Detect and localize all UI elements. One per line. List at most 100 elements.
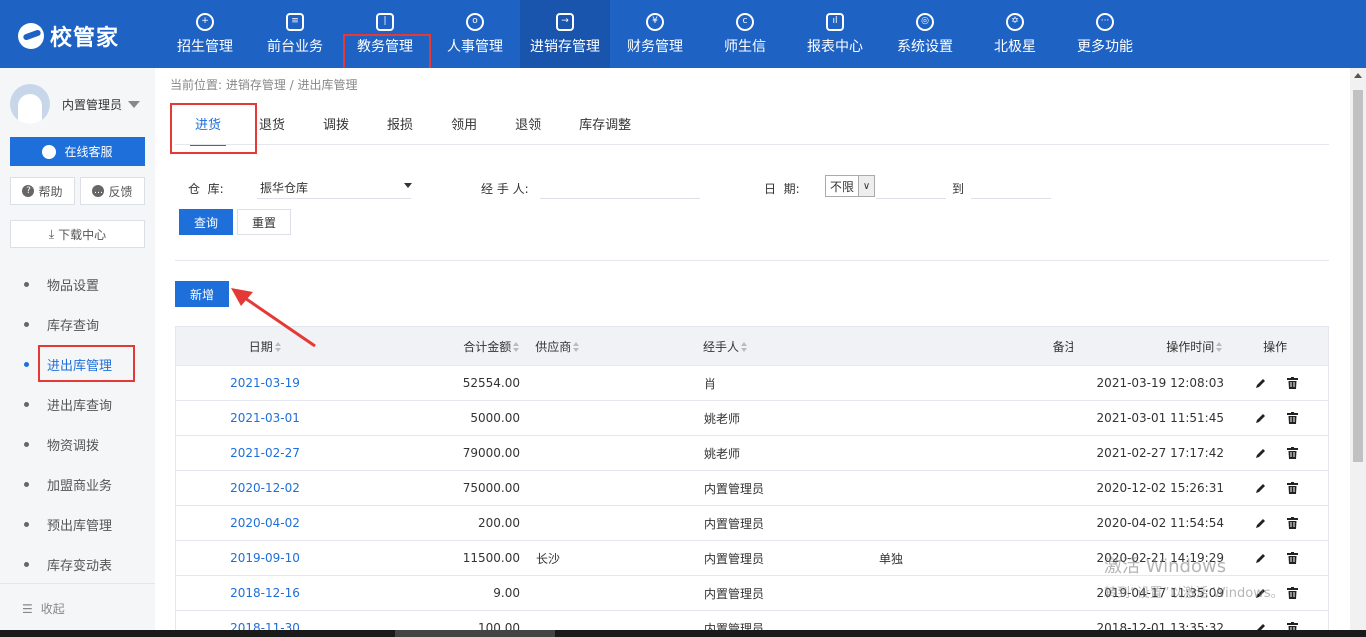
sidebar-item-stock-query[interactable]: 库存查询 bbox=[0, 304, 155, 344]
nav-item-academic[interactable]: | 教务管理 bbox=[340, 0, 430, 68]
delete-icon[interactable] bbox=[1286, 412, 1298, 424]
table-row[interactable]: 2019-09-10 11500.00 长沙 内置管理员 单独 2020-02-21 14… bbox=[176, 541, 1328, 576]
date-link[interactable]: 2019-09-10 bbox=[230, 551, 300, 565]
delete-icon[interactable] bbox=[1286, 482, 1298, 494]
sort-icon bbox=[1216, 342, 1223, 352]
handler-input[interactable] bbox=[540, 177, 700, 199]
date-link[interactable]: 2020-12-02 bbox=[230, 481, 300, 495]
cell-ops bbox=[1224, 377, 1328, 389]
logo[interactable]: 校管家 bbox=[18, 20, 119, 52]
sidebar-item-item-settings[interactable]: 物品设置 bbox=[0, 264, 155, 304]
main-content: 当前位置: 进销存管理 / 进出库管理 进货 退货 调拨 报损 领用 退领 库存… bbox=[155, 68, 1350, 637]
table-row[interactable]: 2021-02-27 79000.00 姚老师 2021-02-27 17:17:42 bbox=[176, 436, 1328, 471]
bullet-icon bbox=[24, 361, 29, 367]
tab-return[interactable]: 退货 bbox=[259, 106, 285, 144]
sidebar-item-stock-in-out[interactable]: 进出库管理 bbox=[0, 344, 155, 384]
collapse-button[interactable]: ☰ 收起 bbox=[22, 600, 65, 617]
sidebar-item-stock-in-out-query[interactable]: 进出库查询 bbox=[0, 384, 155, 424]
date-link[interactable]: 2018-12-16 bbox=[230, 586, 300, 600]
yen-icon: ¥ bbox=[646, 12, 664, 31]
nav-item-more[interactable]: ··· 更多功能 bbox=[1060, 0, 1150, 68]
delete-icon[interactable] bbox=[1286, 517, 1298, 529]
online-service-button[interactable]: 在线客服 bbox=[10, 137, 145, 166]
table-row[interactable]: 2018-12-16 9.00 内置管理员 2019-04-17 11:35:09 bbox=[176, 576, 1328, 611]
delete-icon[interactable] bbox=[1286, 552, 1298, 564]
sidebar-item-franchise[interactable]: 加盟商业务 bbox=[0, 464, 155, 504]
header-amount[interactable]: 合计金额 bbox=[354, 338, 524, 355]
sidebar: 内置管理员 在线客服 ? 帮助 … 反馈 ⤓ 下载中心 物品设置 库存查询 进出… bbox=[0, 68, 155, 637]
edit-icon[interactable] bbox=[1254, 552, 1266, 564]
nav-item-settings[interactable]: ◎ 系统设置 bbox=[880, 0, 970, 68]
nav-label: 进销存管理 bbox=[530, 38, 600, 55]
download-center-button[interactable]: ⤓ 下载中心 bbox=[10, 220, 145, 248]
scroll-up-icon[interactable] bbox=[1354, 73, 1362, 78]
warehouse-select[interactable] bbox=[257, 177, 411, 199]
sidebar-item-transfer[interactable]: 物资调拨 bbox=[0, 424, 155, 464]
date-range-select[interactable]: 不限 ∨ bbox=[825, 175, 875, 197]
bullet-icon bbox=[24, 441, 29, 447]
edit-icon[interactable] bbox=[1254, 377, 1266, 389]
sidebar-item-pre-outbound[interactable]: 预出库管理 bbox=[0, 504, 155, 544]
cell-op-time: 2021-03-01 11:51:45 bbox=[1096, 411, 1224, 425]
date-link[interactable]: 2020-04-02 bbox=[230, 516, 300, 530]
sidebar-item-label: 物品设置 bbox=[47, 278, 100, 294]
table-row[interactable]: 2020-04-02 200.00 内置管理员 2020-04-02 11:54:54 bbox=[176, 506, 1328, 541]
nav-label: 北极星 bbox=[994, 38, 1036, 55]
date-link[interactable]: 2021-02-27 bbox=[230, 446, 300, 460]
nav-item-teacher-student-messages[interactable]: c 师生信 bbox=[700, 0, 790, 68]
date-label: 日 期: bbox=[764, 182, 800, 196]
breadcrumb: 当前位置: 进销存管理 / 进出库管理 bbox=[170, 78, 358, 92]
table-row[interactable]: 2020-12-02 75000.00 内置管理员 2020-12-02 15:26:… bbox=[176, 471, 1328, 506]
edit-icon[interactable] bbox=[1254, 587, 1266, 599]
date-link[interactable]: 2021-03-19 bbox=[230, 376, 300, 390]
tab-issue-return[interactable]: 退领 bbox=[515, 106, 541, 144]
delete-icon[interactable] bbox=[1286, 447, 1298, 459]
tab-bar: 进货 退货 调拨 报损 领用 退领 库存调整 bbox=[175, 106, 631, 146]
reset-button[interactable]: 重置 bbox=[237, 209, 291, 235]
query-button[interactable]: 查询 bbox=[179, 209, 233, 235]
nav-item-reports[interactable]: ıl 报表中心 bbox=[790, 0, 880, 68]
tab-issue[interactable]: 领用 bbox=[451, 106, 477, 144]
sidebar-item-label: 进出库查询 bbox=[47, 398, 113, 414]
delete-icon[interactable] bbox=[1286, 377, 1298, 389]
top-navigation-bar: 校管家 + 招生管理 ≡ 前台业务 | 教务管理 o 人事管理 → 进销存管理 … bbox=[0, 0, 1366, 68]
edit-icon[interactable] bbox=[1254, 517, 1266, 529]
nav-item-polaris[interactable]: ✡ 北极星 bbox=[970, 0, 1060, 68]
nav-item-finance[interactable]: ¥ 财务管理 bbox=[610, 0, 700, 68]
add-button[interactable]: 新增 bbox=[175, 281, 229, 307]
tab-purchase[interactable]: 进货 bbox=[189, 106, 227, 146]
bullet-icon bbox=[24, 481, 29, 487]
taskbar-item[interactable] bbox=[395, 630, 555, 637]
nav-item-inventory[interactable]: → 进销存管理 bbox=[520, 0, 610, 68]
date-link[interactable]: 2021-03-01 bbox=[230, 411, 300, 425]
sidebar-item-stock-change[interactable]: 库存变动表 bbox=[0, 544, 155, 584]
chevron-down-icon bbox=[404, 183, 412, 188]
edit-icon[interactable] bbox=[1254, 412, 1266, 424]
date-start-input[interactable] bbox=[876, 177, 946, 199]
scroll-thumb[interactable] bbox=[1353, 90, 1363, 462]
nav-item-hr[interactable]: o 人事管理 bbox=[430, 0, 520, 68]
sidebar-divider bbox=[0, 583, 155, 584]
edit-icon[interactable] bbox=[1254, 447, 1266, 459]
cell-ops bbox=[1224, 412, 1328, 424]
table-row[interactable]: 2021-03-19 52554.00 肖 2021-03-19 12:08:03 bbox=[176, 366, 1328, 401]
header-note: 备注 bbox=[1052, 339, 1073, 354]
nav-item-enrollment[interactable]: + 招生管理 bbox=[160, 0, 250, 68]
table-row[interactable]: 2021-03-01 5000.00 姚老师 2021-03-01 11:51:45 bbox=[176, 401, 1328, 436]
user-menu[interactable]: 内置管理员 bbox=[10, 84, 141, 124]
edit-icon[interactable] bbox=[1254, 482, 1266, 494]
tab-stock-adjust[interactable]: 库存调整 bbox=[579, 106, 631, 144]
help-button[interactable]: ? 帮助 bbox=[10, 177, 75, 205]
feedback-button[interactable]: … 反馈 bbox=[80, 177, 145, 205]
nav-item-front-desk[interactable]: ≡ 前台业务 bbox=[250, 0, 340, 68]
tab-transfer[interactable]: 调拨 bbox=[323, 106, 349, 144]
header-supplier[interactable]: 供应商 bbox=[523, 338, 693, 355]
header-op-time[interactable]: 操作时间 bbox=[1073, 338, 1223, 355]
sidebar-item-label: 加盟商业务 bbox=[47, 478, 113, 494]
header-handler[interactable]: 经手人 bbox=[693, 338, 868, 355]
scrollbar[interactable] bbox=[1350, 68, 1366, 637]
tab-loss[interactable]: 报损 bbox=[387, 106, 413, 144]
date-end-input[interactable] bbox=[971, 177, 1051, 199]
delete-icon[interactable] bbox=[1286, 587, 1298, 599]
sort-icon bbox=[573, 342, 580, 352]
